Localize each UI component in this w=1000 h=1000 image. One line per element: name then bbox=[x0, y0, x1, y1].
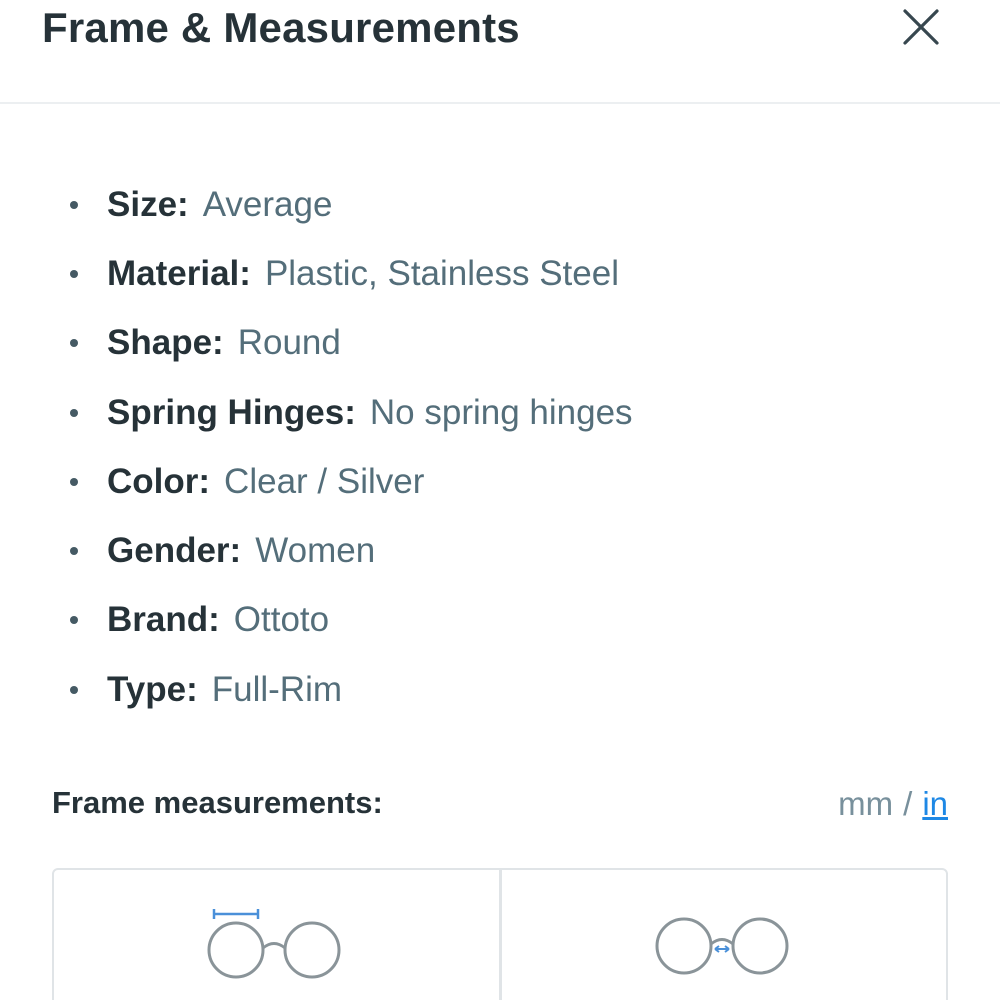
spec-item-material: Material: Plastic, Stainless Steel bbox=[70, 239, 633, 308]
spec-item-shape: Shape: Round bbox=[70, 309, 633, 378]
frame-measurements-panel: Frame & Measurements Size: Average Mater… bbox=[0, 0, 1000, 1000]
spec-item-gender: Gender: Women bbox=[70, 516, 633, 585]
spec-value: Clear / Silver bbox=[224, 461, 425, 501]
spec-value: Plastic, Stainless Steel bbox=[264, 253, 619, 293]
panel-title: Frame & Measurements bbox=[42, 4, 520, 51]
close-button[interactable] bbox=[896, 2, 946, 52]
bullet bbox=[70, 477, 78, 486]
spec-item-size: Size: Average bbox=[70, 170, 633, 239]
spec-item-brand: Brand: Ottoto bbox=[70, 586, 633, 655]
spec-value: Round bbox=[237, 323, 341, 363]
bullet bbox=[70, 547, 78, 556]
spec-list: Size: Average Material: Plastic, Stainle… bbox=[70, 170, 633, 724]
spec-item-type: Type: Full-Rim bbox=[70, 655, 633, 724]
unit-separator: / bbox=[903, 785, 913, 822]
spec-label: Size: bbox=[107, 184, 189, 224]
spec-value: Women bbox=[255, 531, 376, 571]
bullet bbox=[70, 200, 78, 209]
measurement-card-lens-width bbox=[54, 870, 499, 1000]
close-icon bbox=[903, 9, 939, 45]
spec-value: Ottoto bbox=[233, 600, 330, 640]
measurement-cards bbox=[52, 868, 948, 1000]
spec-label: Material: bbox=[107, 253, 251, 293]
bullet bbox=[70, 616, 78, 625]
spec-value: No spring hinges bbox=[369, 392, 633, 432]
spec-label: Color: bbox=[107, 461, 211, 501]
spec-label: Type: bbox=[107, 669, 198, 709]
spec-item-color: Color: Clear / Silver bbox=[70, 447, 633, 516]
spec-label: Gender: bbox=[107, 531, 242, 571]
frame-measurements-heading: Frame measurements: bbox=[52, 785, 383, 820]
spec-label: Shape: bbox=[107, 323, 224, 363]
bullet bbox=[70, 339, 78, 348]
lens-width-icon bbox=[207, 909, 341, 979]
unit-in-option[interactable]: in bbox=[922, 785, 948, 822]
spec-label: Spring Hinges: bbox=[107, 392, 356, 432]
spec-value: Full-Rim bbox=[211, 669, 343, 709]
spec-value: Average bbox=[202, 184, 333, 224]
bullet bbox=[70, 408, 78, 417]
bridge-width-icon bbox=[655, 917, 789, 975]
bullet bbox=[70, 685, 78, 694]
unit-mm-option[interactable]: mm bbox=[838, 785, 893, 822]
spec-item-spring-hinges: Spring Hinges: No spring hinges bbox=[70, 378, 633, 447]
spec-label: Brand: bbox=[107, 600, 220, 640]
bullet bbox=[70, 269, 78, 278]
panel-header: Frame & Measurements bbox=[0, 0, 1000, 104]
measurement-card-bridge-width bbox=[498, 870, 947, 1000]
unit-toggle: mm / in bbox=[838, 785, 948, 823]
